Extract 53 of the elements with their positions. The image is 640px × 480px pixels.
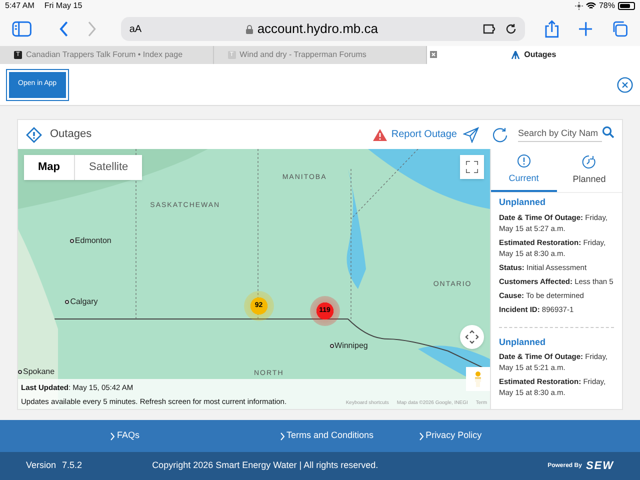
footer-link[interactable]: Privacy Policy [418, 429, 482, 443]
battery-icon [618, 2, 635, 10]
tabs-icon[interactable] [612, 21, 628, 37]
extension-icon[interactable] [482, 23, 497, 35]
report-outage-link[interactable]: Report Outage [391, 127, 457, 142]
map-label: Winnipeg [334, 340, 368, 352]
battery-percentage: 78% [598, 0, 615, 12]
fullscreen-icon [466, 161, 478, 173]
status-date: Fri May 15 [44, 0, 82, 12]
chevron-right-icon [418, 432, 424, 440]
alert-circle-icon [516, 154, 531, 168]
text-size-button[interactable]: aA [129, 22, 142, 36]
search-icon[interactable] [602, 126, 614, 138]
footer-link[interactable]: Terms and Conditions [280, 429, 374, 443]
card-title: Outages [50, 127, 92, 142]
reload-icon[interactable] [504, 23, 517, 35]
share-icon[interactable] [544, 20, 558, 38]
map-type-button[interactable]: Satellite [74, 155, 142, 180]
sidebar-icon[interactable] [12, 21, 32, 37]
wifi-icon [586, 2, 596, 10]
lock-icon [246, 24, 254, 34]
search-field[interactable]: Search by City Nam [518, 127, 602, 142]
copyright-text: Copyright 2026 Smart Energy Water | All rights reserved. [152, 459, 378, 472]
map-label: Calgary [70, 296, 98, 308]
version-label: Version [26, 459, 56, 472]
address-bar[interactable]: aA account.hydro.mb.ca [121, 17, 525, 41]
four-arrows-icon [465, 330, 479, 344]
map-label: Spokane [23, 366, 55, 378]
footer-link[interactable]: FAQs [110, 429, 140, 443]
warning-icon [373, 128, 388, 140]
outage-type: Unplanned [499, 336, 546, 349]
panel-tab[interactable]: Current [491, 149, 556, 192]
send-icon[interactable] [463, 126, 479, 142]
clock-icon [582, 154, 596, 169]
sew-logo: SEW [586, 458, 614, 474]
chevron-right-icon [280, 432, 285, 440]
plus-icon[interactable] [578, 22, 592, 36]
outage-type: Unplanned [499, 196, 546, 209]
panel-tab[interactable]: Planned [556, 149, 622, 192]
url-text: account.hydro.mb.ca [257, 20, 378, 38]
browser-tab[interactable]: Outages [427, 46, 640, 64]
lineman-icon [511, 51, 520, 59]
version-number: 7.5.2 [62, 459, 82, 472]
chevron-right-icon [110, 432, 115, 440]
fullscreen-button[interactable] [460, 155, 484, 179]
brightness-icon [574, 2, 583, 10]
close-icon[interactable] [617, 76, 633, 92]
back-icon[interactable] [58, 21, 68, 37]
refresh-icon[interactable] [492, 126, 508, 142]
map-type-button[interactable]: Map [24, 155, 74, 180]
outage-diamond-icon [26, 126, 42, 142]
map-label: Edmonton [74, 235, 112, 248]
status-time: 5:47 AM [5, 0, 34, 12]
